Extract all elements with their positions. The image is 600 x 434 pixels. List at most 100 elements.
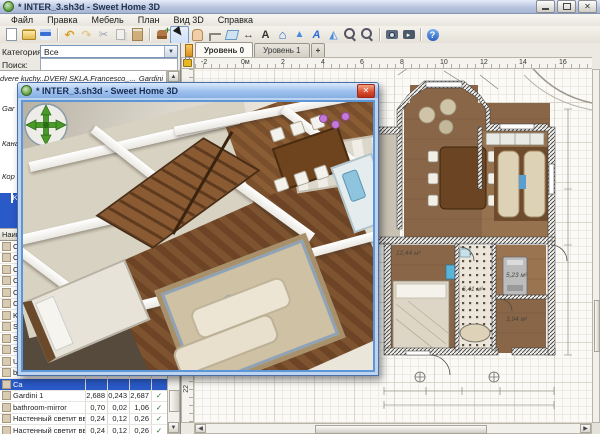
- catalog-item[interactable]: Gar: [2, 104, 15, 113]
- table-row[interactable]: Настенный светит вверх 0,24 0,12 0,26 ✓: [0, 425, 167, 434]
- category-combobox[interactable]: Все ▼: [40, 45, 178, 58]
- toolbar-separator: [379, 28, 380, 41]
- visible-check-icon: ✓: [152, 402, 166, 413]
- visible-check-icon: ✓: [152, 425, 166, 434]
- chevron-down-icon[interactable]: ▼: [164, 46, 177, 57]
- search-label: Поиск:: [0, 60, 40, 70]
- row-icon: [2, 391, 11, 400]
- scroll-left-icon[interactable]: ◀: [195, 424, 206, 433]
- catalog-item[interactable]: Кор: [2, 172, 15, 181]
- row-icon: [2, 242, 11, 251]
- scroll-right-icon[interactable]: ▶: [580, 424, 591, 433]
- svg-text:12,44 м²: 12,44 м²: [396, 250, 422, 257]
- close-button[interactable]: [578, 0, 597, 13]
- virtual-visit-icon[interactable]: [291, 27, 308, 43]
- add-text-icon[interactable]: [257, 27, 274, 43]
- app-icon: [21, 85, 32, 96]
- visible-check-icon: ✓: [152, 391, 166, 402]
- undo-icon[interactable]: [61, 27, 78, 43]
- toolbar-separator: [420, 28, 421, 41]
- maximize-button[interactable]: [557, 0, 576, 13]
- table-row[interactable]: Настенный светит вверх 0,24 0,12 0,26 ✓: [0, 414, 167, 426]
- wardrobe[interactable]: [486, 133, 544, 145]
- 3d-view-window[interactable]: * INTER_3.sh3d - Sweet Home 3D ✕: [17, 82, 379, 376]
- row-icon: [2, 265, 11, 274]
- row-icon: [2, 334, 11, 343]
- 3d-viewport[interactable]: [21, 100, 375, 372]
- 3d-window-title-bar[interactable]: * INTER_3.sh3d - Sweet Home 3D ✕: [18, 83, 378, 98]
- row-icon: [2, 368, 11, 377]
- visible-check-icon: ✓: [152, 414, 166, 425]
- category-label: Категория:: [0, 47, 40, 57]
- aerial-view-icon[interactable]: [274, 27, 291, 43]
- zoom-in-icon[interactable]: [359, 27, 376, 43]
- add-level-tab[interactable]: +: [311, 43, 326, 57]
- row-icon: [2, 253, 11, 262]
- table-row[interactable]: Gardini 1 2,688 0,243 2,687 ✓: [0, 391, 167, 403]
- add-furniture-icon[interactable]: [153, 27, 170, 43]
- paste-icon[interactable]: [129, 27, 146, 43]
- menu-file[interactable]: Файл: [4, 15, 40, 25]
- menu-view3d[interactable]: Вид 3D: [166, 15, 210, 25]
- row-icon: [2, 345, 11, 354]
- sofas[interactable]: [494, 147, 548, 221]
- table-row[interactable]: bathroom-mirror 0,70 0,02 1,06 ✓: [0, 402, 167, 414]
- row-icon: [2, 403, 11, 412]
- table-row-selected[interactable]: Ca: [0, 379, 167, 391]
- menu-furniture[interactable]: Мебель: [85, 15, 131, 25]
- zoom-out-icon[interactable]: [342, 27, 359, 43]
- horizontal-ruler: -2 0м 2 4 6 8 10 12 14 16: [194, 57, 592, 69]
- toolbar-separator: [149, 28, 150, 41]
- create-video-icon[interactable]: [400, 27, 417, 43]
- close-icon[interactable]: ✕: [357, 84, 375, 98]
- 3d-export-icon[interactable]: [325, 27, 342, 43]
- sweet-home-3d-window: * INTER_3.sh3d - Sweet Home 3D Файл Прав…: [0, 0, 600, 434]
- tab-level-0[interactable]: Уровень 0: [195, 42, 253, 57]
- window-title: * INTER_3.sh3d - Sweet Home 3D: [18, 2, 160, 12]
- save-icon[interactable]: [37, 27, 54, 43]
- create-dimensions-icon[interactable]: [240, 27, 257, 43]
- menu-help[interactable]: Справка: [211, 15, 260, 25]
- row-icon: [2, 357, 11, 366]
- row-icon: [2, 426, 11, 434]
- help-icon[interactable]: [424, 27, 441, 43]
- ceiling-lamp: [331, 120, 340, 129]
- svg-text:3,94 м²: 3,94 м²: [506, 316, 528, 323]
- minimize-button[interactable]: [536, 0, 555, 13]
- copy-icon[interactable]: [112, 27, 129, 43]
- level-tabs: Уровень 0 Уровень 1 +: [181, 43, 600, 57]
- menu-edit[interactable]: Правка: [40, 15, 84, 25]
- create-walls-icon[interactable]: [206, 27, 223, 43]
- row-icon: [2, 311, 11, 320]
- tab-level-1[interactable]: Уровень 1: [254, 43, 310, 57]
- main-title-bar[interactable]: * INTER_3.sh3d - Sweet Home 3D: [0, 0, 600, 14]
- row-icon: [2, 276, 11, 285]
- select-tool-icon[interactable]: [170, 26, 189, 44]
- 3d-window-title: * INTER_3.sh3d - Sweet Home 3D: [36, 86, 178, 96]
- scrollbar-corner: [592, 423, 600, 434]
- bed[interactable]: [393, 281, 449, 349]
- ceiling-lamp: [319, 114, 328, 123]
- scroll-down-icon[interactable]: ▼: [168, 422, 179, 433]
- svg-text:5,23 м²: 5,23 м²: [506, 272, 528, 279]
- menu-plan[interactable]: План: [131, 15, 167, 25]
- create-rooms-icon[interactable]: [223, 27, 240, 43]
- toolbar-separator: [57, 28, 58, 41]
- open-icon[interactable]: [20, 27, 37, 43]
- redo-icon[interactable]: [78, 27, 95, 43]
- toolbar: [0, 26, 600, 44]
- row-icon: [2, 299, 11, 308]
- row-icon: [2, 288, 11, 297]
- scroll-up-icon[interactable]: ▲: [168, 71, 179, 82]
- row-icon: [2, 322, 11, 331]
- plan-vertical-scrollbar[interactable]: [592, 69, 600, 423]
- cut-icon[interactable]: [95, 27, 112, 43]
- row-icon: [2, 414, 11, 423]
- 3d-settings-icon[interactable]: [308, 27, 325, 43]
- pan-tool-icon[interactable]: [189, 27, 206, 43]
- plan-horizontal-scrollbar[interactable]: ◀ ▶: [194, 423, 592, 434]
- create-photo-icon[interactable]: [383, 27, 400, 43]
- 3d-scene[interactable]: [23, 102, 373, 370]
- new-icon[interactable]: [3, 27, 20, 43]
- ceiling-lamp: [341, 112, 350, 121]
